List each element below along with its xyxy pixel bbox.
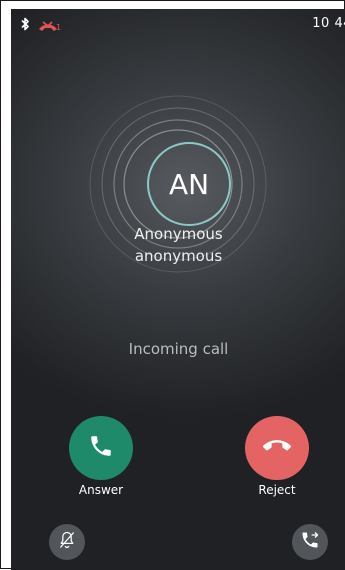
caller-name: Anonymous <box>134 225 223 243</box>
caller-initials: AN <box>168 167 210 201</box>
bluetooth-icon <box>19 16 31 31</box>
call-status-text: Incoming call <box>128 340 229 358</box>
reject-button[interactable] <box>245 416 309 480</box>
hang-up-icon <box>263 432 291 464</box>
caller-number: anonymous <box>134 247 223 265</box>
answer-button[interactable] <box>69 416 133 480</box>
call-forward-icon <box>300 530 320 554</box>
status-bar: 1 10 44 <box>11 9 345 35</box>
caller-avatar: AN <box>147 142 231 226</box>
silence-ringer-button[interactable] <box>49 524 85 560</box>
missed-call-count: 1 <box>56 23 62 32</box>
device-frame: 1 10 44 AN Anonymous anonymous Incoming … <box>0 0 345 570</box>
incoming-call-screen: 1 10 44 AN Anonymous anonymous Incoming … <box>11 9 345 570</box>
clock: 10 44 <box>312 16 345 31</box>
missed-call-icon: 1 <box>38 17 64 32</box>
reject-label: Reject <box>258 483 296 497</box>
call-forward-button[interactable] <box>292 524 328 560</box>
phone-icon <box>88 433 114 463</box>
answer-label: Answer <box>78 483 124 497</box>
bell-off-icon <box>57 530 77 554</box>
